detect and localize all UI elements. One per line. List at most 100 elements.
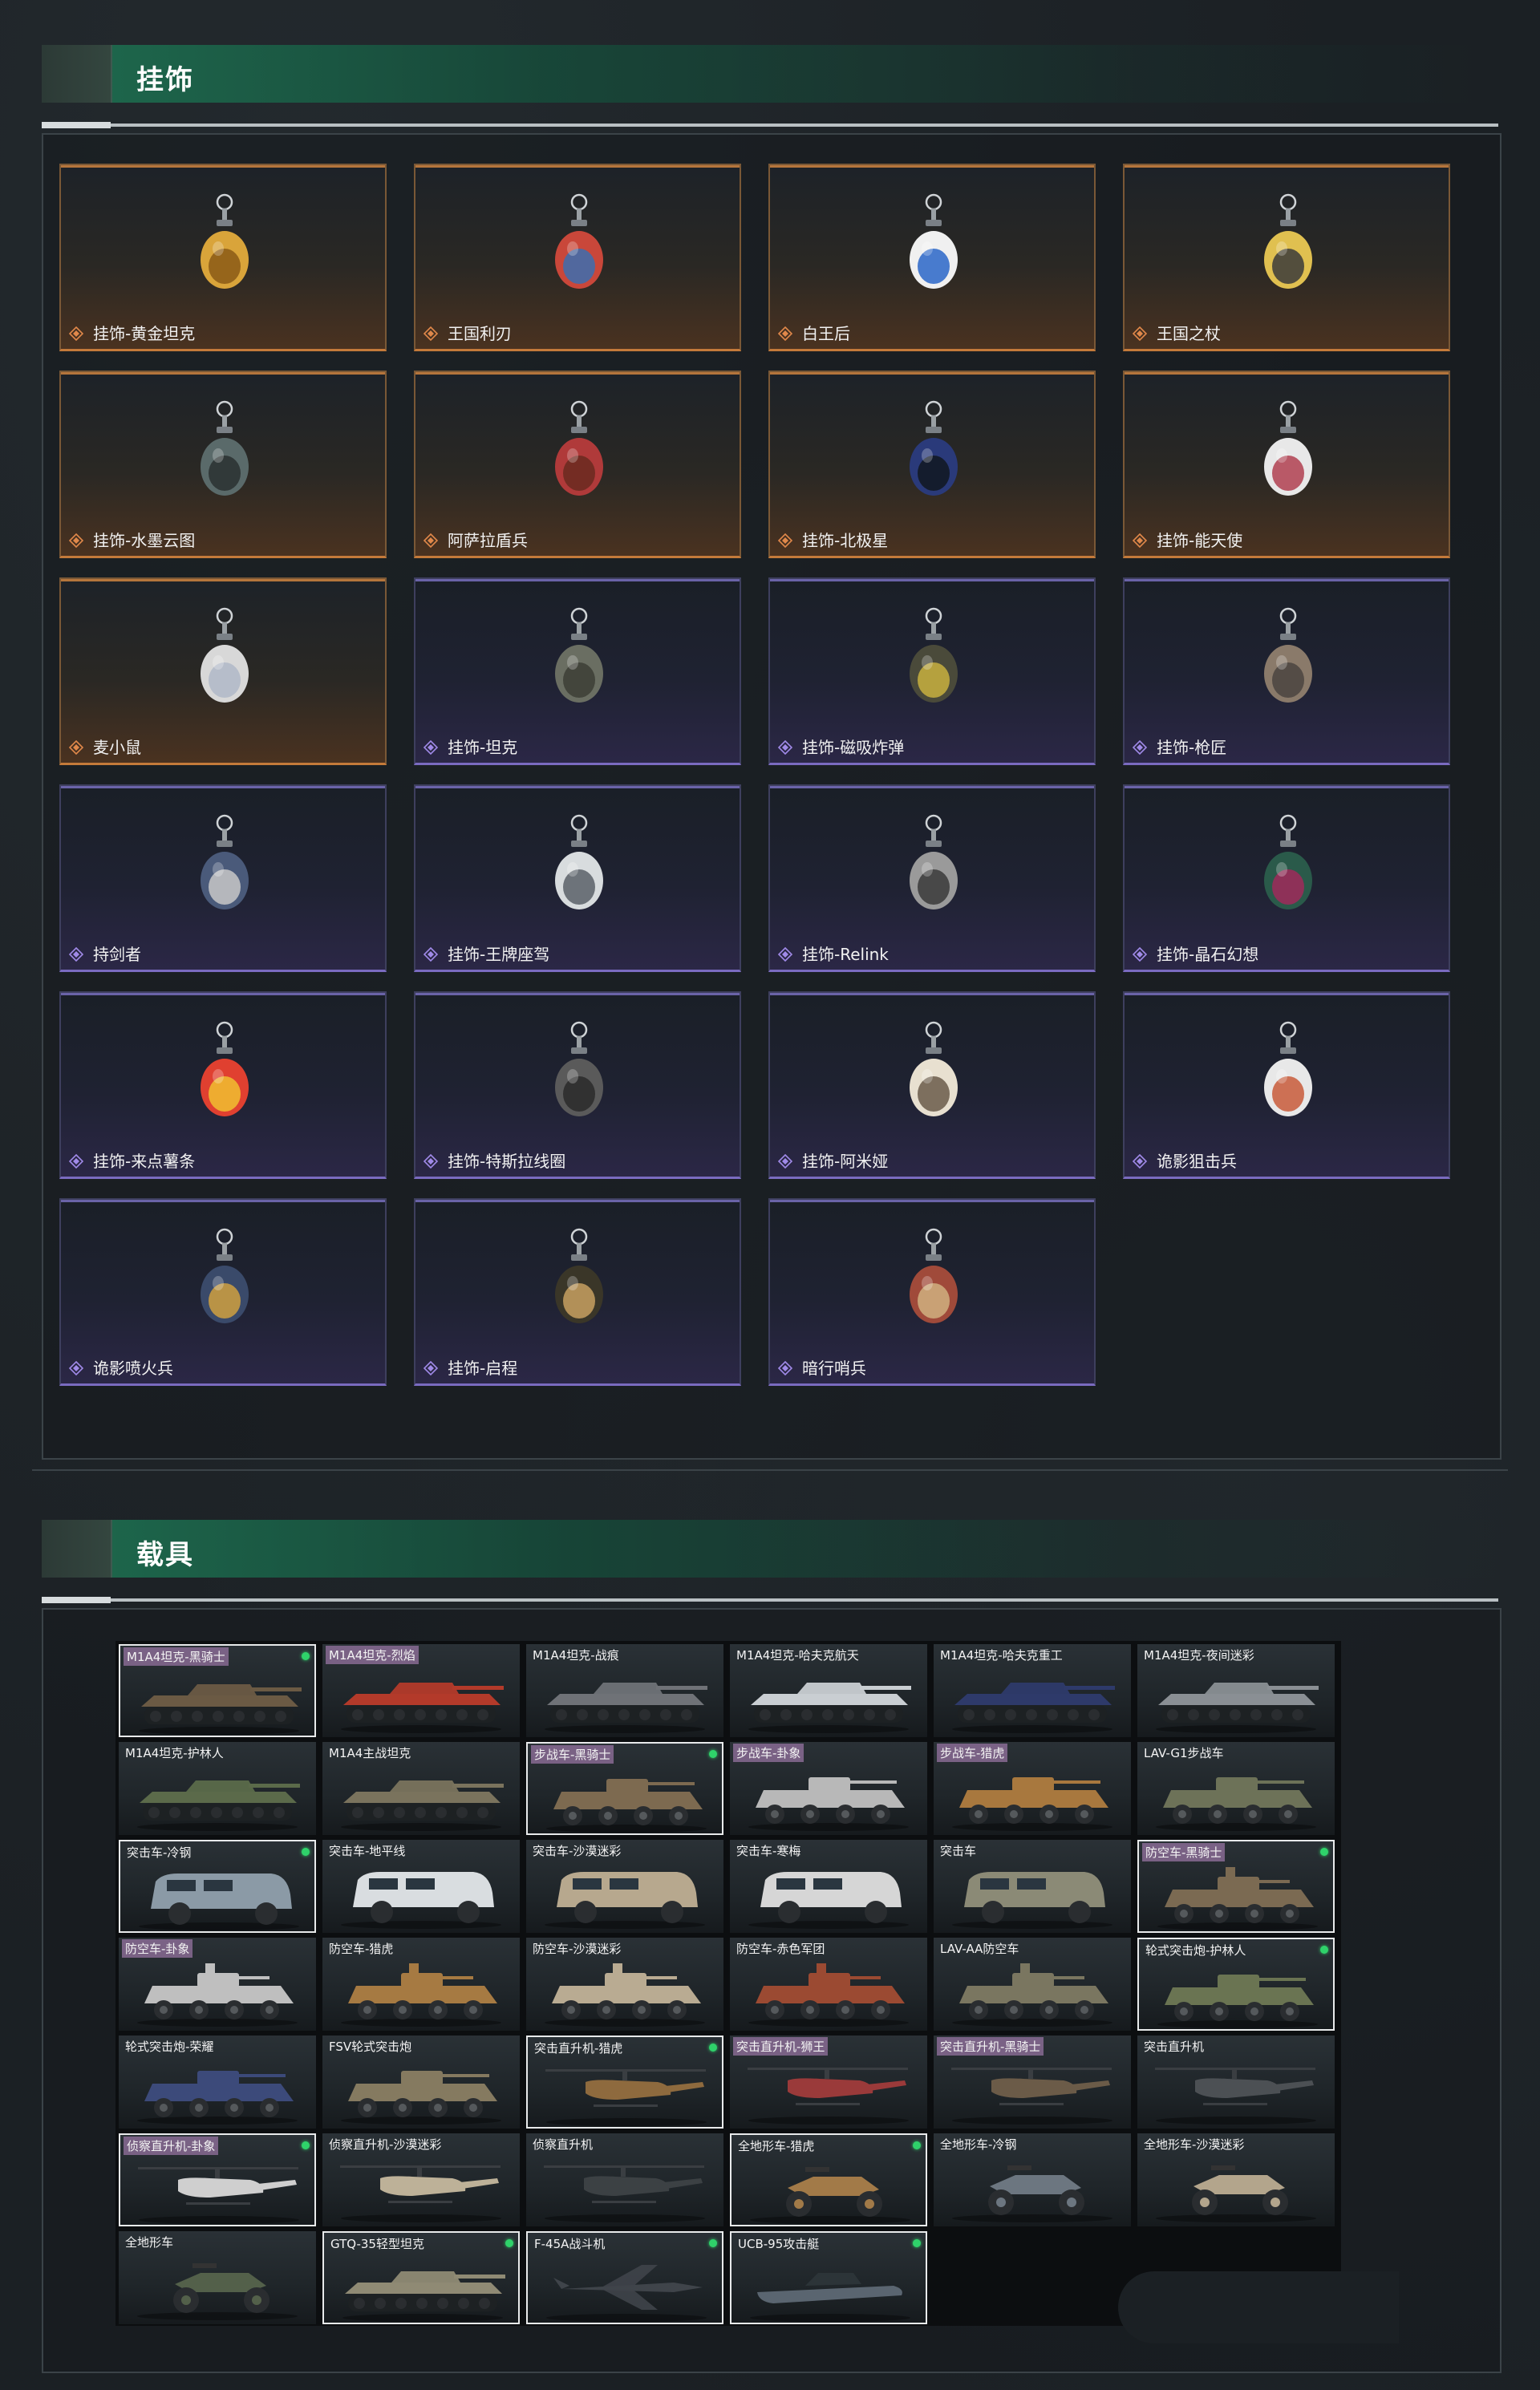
lighttank-vehicle-icon bbox=[334, 2254, 512, 2323]
pendant-card[interactable]: 暗行哨兵 bbox=[768, 1198, 1096, 1386]
scout-vehicle-icon bbox=[332, 2154, 510, 2223]
pendant-card[interactable]: 挂饰-特斯拉线圈 bbox=[414, 991, 741, 1179]
card-top-line bbox=[415, 579, 740, 581]
card-top-line bbox=[61, 786, 385, 788]
owned-status-dot bbox=[709, 2239, 717, 2247]
vehicle-card[interactable]: 轮式突击炮-护林人 bbox=[1137, 1938, 1335, 2031]
decorative-corner bbox=[1118, 2271, 1399, 2343]
vehicle-card[interactable]: 步战车-黑骑士 bbox=[526, 1742, 723, 1835]
owned-status-dot bbox=[1320, 1946, 1328, 1954]
vehicle-card[interactable]: M1A4坦克-烈焰 bbox=[322, 1644, 520, 1737]
king-scepter-pendant-icon bbox=[1245, 189, 1331, 302]
header-tab bbox=[42, 45, 112, 103]
white-queen-pendant-icon bbox=[890, 189, 977, 302]
exusiai-pendant-icon bbox=[1245, 396, 1331, 508]
owned-status-dot bbox=[302, 1652, 310, 1660]
vehicle-card[interactable]: 侦察直升机 bbox=[526, 2133, 723, 2226]
shield-soldier-pendant-icon bbox=[536, 396, 622, 508]
wheeled-vehicle-icon bbox=[128, 2056, 306, 2125]
vehicle-card[interactable]: LAV-G1步战车 bbox=[1137, 1742, 1335, 1835]
amiya-pendant-icon bbox=[890, 1017, 977, 1129]
vehicle-card[interactable]: 防空车-猎虎 bbox=[322, 1938, 520, 2031]
vehicle-card[interactable]: 突击直升机-狮王 bbox=[730, 2036, 927, 2129]
vehicle-name: 突击直升机-黑骑士 bbox=[937, 2037, 1044, 2056]
vehicle-card[interactable]: 突击车 bbox=[934, 1840, 1131, 1933]
pendant-card[interactable]: 挂饰-坦克 bbox=[414, 577, 741, 765]
pendant-card[interactable]: 挂饰-枪匠 bbox=[1123, 577, 1450, 765]
rarity-diamond-icon bbox=[777, 739, 793, 755]
vehicle-card[interactable]: GTQ-35轻型坦克 bbox=[322, 2231, 520, 2324]
pendant-name: 挂饰-坦克 bbox=[448, 738, 518, 757]
vehicle-name: M1A4坦克-哈夫克航天 bbox=[736, 1648, 859, 1663]
pendant-card[interactable]: 挂饰-磁吸炸弹 bbox=[768, 577, 1096, 765]
tank-vehicle-icon bbox=[536, 1665, 714, 1734]
pendant-card[interactable]: 挂饰-Relink bbox=[768, 784, 1096, 972]
pendant-name: 挂饰-王牌座驾 bbox=[448, 945, 550, 964]
pendant-card[interactable]: 挂饰-王牌座驾 bbox=[414, 784, 741, 972]
vehicle-card[interactable]: 突击车-地平线 bbox=[322, 1840, 520, 1933]
pendant-card[interactable]: 白王后 bbox=[768, 164, 1096, 351]
vehicle-card[interactable]: 侦察直升机-卦象 bbox=[119, 2133, 316, 2226]
header-bar bbox=[42, 1520, 1498, 1578]
pendant-card[interactable]: 诡影狙击兵 bbox=[1123, 991, 1450, 1179]
pendant-card[interactable]: 挂饰-启程 bbox=[414, 1198, 741, 1386]
rarity-diamond-icon bbox=[68, 739, 84, 755]
vehicle-name: M1A4坦克-护林人 bbox=[125, 1746, 224, 1760]
pendant-card[interactable]: 王国之杖 bbox=[1123, 164, 1450, 351]
pendant-card[interactable]: 麦小鼠 bbox=[59, 577, 387, 765]
crystal-pendant-icon bbox=[1245, 810, 1331, 922]
header-tab bbox=[42, 1520, 112, 1578]
vehicle-card[interactable]: 突击车-寒梅 bbox=[730, 1840, 927, 1933]
vehicle-card[interactable]: 全地形车 bbox=[119, 2231, 316, 2324]
owned-status-dot bbox=[302, 1848, 310, 1856]
pendant-card[interactable]: 诡影喷火兵 bbox=[59, 1198, 387, 1386]
vehicle-card[interactable]: M1A4坦克-战痕 bbox=[526, 1644, 723, 1737]
pendant-card[interactable]: 王国利刃 bbox=[414, 164, 741, 351]
vehicle-card[interactable]: 全地形车-冷钢 bbox=[934, 2133, 1131, 2226]
vehicle-card[interactable]: 突击车-冷钢 bbox=[119, 1840, 316, 1933]
vehicle-card[interactable]: 全地形车-沙漠迷彩 bbox=[1137, 2133, 1335, 2226]
header-underline bbox=[42, 1598, 1498, 1602]
vehicle-card[interactable]: F-45A战斗机 bbox=[526, 2231, 723, 2324]
pendant-card[interactable]: 挂饰-北极星 bbox=[768, 371, 1096, 558]
pendant-card[interactable]: 挂饰-来点薯条 bbox=[59, 991, 387, 1179]
pendant-card[interactable]: 持剑者 bbox=[59, 784, 387, 972]
vehicle-name: M1A4坦克-夜间迷彩 bbox=[1144, 1648, 1254, 1663]
vehicle-card[interactable]: 轮式突击炮-荣耀 bbox=[119, 2036, 316, 2129]
vehicle-card[interactable]: 侦察直升机-沙漠迷彩 bbox=[322, 2133, 520, 2226]
vehicle-card[interactable]: 防空车-赤色军团 bbox=[730, 1938, 927, 2031]
vehicle-card[interactable]: M1A4坦克-哈夫克航天 bbox=[730, 1644, 927, 1737]
pendant-card[interactable]: 阿萨拉盾兵 bbox=[414, 371, 741, 558]
vehicle-card[interactable]: M1A4坦克-黑骑士 bbox=[119, 1644, 316, 1737]
pendant-card[interactable]: 挂饰-晶石幻想 bbox=[1123, 784, 1450, 972]
vehicle-card[interactable]: 突击车-沙漠迷彩 bbox=[526, 1840, 723, 1933]
vehicle-card[interactable]: 防空车-卦象 bbox=[119, 1938, 316, 2031]
vehicle-card[interactable]: 步战车-卦象 bbox=[730, 1742, 927, 1835]
vehicle-card[interactable]: M1A4坦克-哈夫克重工 bbox=[934, 1644, 1131, 1737]
vehicle-card[interactable]: M1A4主战坦克 bbox=[322, 1742, 520, 1835]
vehicle-card[interactable]: 突击直升机 bbox=[1137, 2036, 1335, 2129]
vehicle-card[interactable]: 防空车-黑骑士 bbox=[1137, 1840, 1335, 1933]
pendant-card[interactable]: 挂饰-水墨云图 bbox=[59, 371, 387, 558]
vehicle-card[interactable]: 突击直升机-猎虎 bbox=[526, 2036, 723, 2129]
vehicle-card[interactable]: 突击直升机-黑骑士 bbox=[934, 2036, 1131, 2129]
tank-vehicle-icon bbox=[130, 1667, 308, 1736]
pendant-card[interactable]: 挂饰-黄金坦克 bbox=[59, 164, 387, 351]
vehicles-section-header: 载具 bbox=[42, 1520, 1498, 1603]
card-top-line bbox=[770, 993, 1094, 995]
vehicle-card[interactable]: 全地形车-猎虎 bbox=[730, 2133, 927, 2226]
pendant-card[interactable]: 挂饰-阿米娅 bbox=[768, 991, 1096, 1179]
jet-pendant-icon bbox=[536, 810, 622, 922]
vehicle-name: 突击车-沙漠迷彩 bbox=[533, 1844, 622, 1858]
card-top-line bbox=[770, 165, 1094, 168]
vehicle-card[interactable]: UCB-95攻击艇 bbox=[730, 2231, 927, 2324]
vehicle-card[interactable]: FSV轮式突击炮 bbox=[322, 2036, 520, 2129]
vehicle-card[interactable]: LAV-AA防空车 bbox=[934, 1938, 1131, 2031]
pendant-card[interactable]: 挂饰-能天使 bbox=[1123, 371, 1450, 558]
pendant-name: 暗行哨兵 bbox=[802, 1359, 866, 1378]
vehicle-card[interactable]: M1A4坦克-护林人 bbox=[119, 1742, 316, 1835]
vehicle-card[interactable]: 步战车-猎虎 bbox=[934, 1742, 1131, 1835]
vehicle-card[interactable]: 防空车-沙漠迷彩 bbox=[526, 1938, 723, 2031]
vehicle-name: 轮式突击炮-荣耀 bbox=[125, 2040, 214, 2054]
vehicle-card[interactable]: M1A4坦克-夜间迷彩 bbox=[1137, 1644, 1335, 1737]
